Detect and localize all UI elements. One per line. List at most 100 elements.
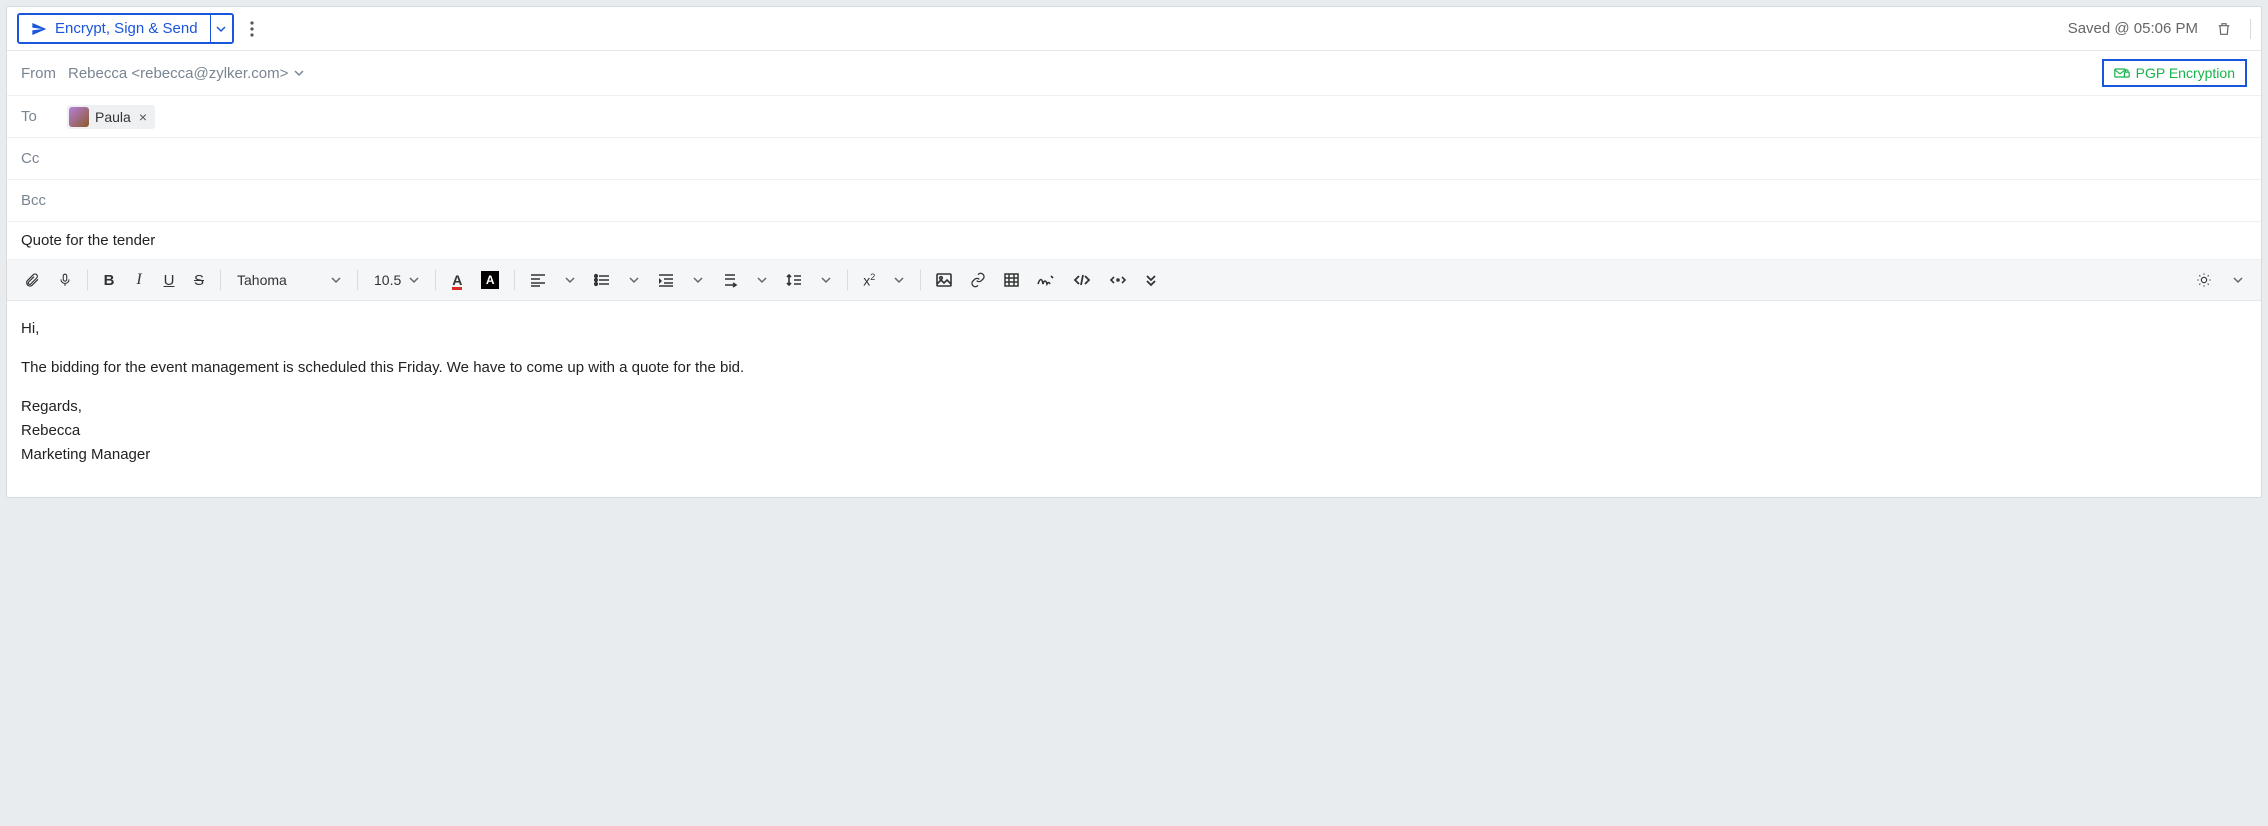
format-toolbar: B I U S Tahoma 10.5 A A (7, 260, 2261, 301)
separator (2250, 19, 2251, 39)
superscript-button[interactable]: x2 (856, 266, 882, 294)
trash-icon (2216, 20, 2232, 38)
send-options-dropdown[interactable] (210, 15, 232, 42)
signature-icon (1037, 273, 1055, 287)
email-body[interactable]: Hi, The bidding for the event management… (7, 301, 2261, 497)
underline-button[interactable]: U (156, 266, 182, 294)
line-height-icon (786, 272, 802, 288)
close-icon: × (139, 109, 147, 125)
highlight-icon: A (481, 271, 499, 289)
bcc-label: Bcc (21, 192, 55, 209)
embed-icon (1109, 273, 1127, 287)
brightness-icon (2196, 272, 2212, 288)
separator (357, 270, 358, 290)
format-bar-right (2189, 266, 2251, 294)
font-family-value: Tahoma (237, 272, 287, 288)
list-dropdown[interactable] (621, 266, 647, 294)
bold-button[interactable]: B (96, 266, 122, 294)
indent-button[interactable] (651, 266, 681, 294)
line-height-dropdown[interactable] (813, 266, 839, 294)
send-button-label: Encrypt, Sign & Send (55, 20, 198, 37)
insert-table-button[interactable] (997, 266, 1026, 294)
to-row[interactable]: To Paula × (7, 96, 2261, 138)
chevron-down-icon (331, 275, 341, 285)
separator (847, 270, 848, 290)
insert-image-button[interactable] (929, 266, 959, 294)
send-button-group: Encrypt, Sign & Send (17, 13, 234, 44)
code-button[interactable] (1066, 266, 1098, 294)
body-signoff: Regards, Rebecca Marketing Manager (21, 395, 2247, 467)
from-left: From Rebecca <rebecca@zylker.com> (21, 65, 304, 82)
chevron-down-icon (629, 275, 639, 285)
chevron-double-down-icon (1145, 273, 1157, 287)
encrypt-sign-send-button[interactable]: Encrypt, Sign & Send (19, 15, 210, 42)
separator (920, 270, 921, 290)
recipient-name: Paula (95, 109, 131, 125)
embed-button[interactable] (1102, 266, 1134, 294)
font-color-icon: A (452, 272, 462, 288)
avatar (69, 107, 89, 127)
link-icon (970, 272, 986, 288)
font-size-select[interactable]: 10.5 (366, 268, 427, 292)
from-value-text: Rebecca <rebecca@zylker.com> (68, 65, 288, 82)
theme-button[interactable] (2189, 266, 2219, 294)
to-label: To (21, 108, 55, 125)
cc-row[interactable]: Cc (7, 138, 2261, 180)
font-size-value: 10.5 (374, 272, 401, 288)
align-button[interactable] (523, 266, 553, 294)
from-row: From Rebecca <rebecca@zylker.com> PGP En… (7, 51, 2261, 96)
pgp-label: PGP Encryption (2136, 65, 2235, 81)
saved-status: Saved @ 05:06 PM (2068, 20, 2198, 37)
more-options-button[interactable] (244, 17, 260, 41)
subject-text: Quote for the tender (21, 232, 155, 249)
superscript-dropdown[interactable] (886, 266, 912, 294)
top-bar-left: Encrypt, Sign & Send (17, 13, 260, 44)
direction-button[interactable] (715, 266, 745, 294)
line-height-button[interactable] (779, 266, 809, 294)
superscript-icon: x2 (863, 272, 875, 289)
separator (435, 270, 436, 290)
signature-button[interactable] (1030, 266, 1062, 294)
pgp-encryption-button[interactable]: PGP Encryption (2102, 59, 2247, 87)
image-icon (936, 273, 952, 287)
font-family-select[interactable]: Tahoma (229, 268, 349, 292)
chevron-down-icon (894, 275, 904, 285)
send-icon (31, 21, 47, 37)
top-bar: Encrypt, Sign & Send Saved @ 05:06 PM (7, 7, 2261, 51)
list-button[interactable] (587, 266, 617, 294)
recipient-chip[interactable]: Paula × (67, 105, 155, 129)
voice-button[interactable] (51, 266, 79, 294)
theme-dropdown[interactable] (2225, 266, 2251, 294)
from-label: From (21, 65, 56, 82)
italic-button[interactable]: I (126, 266, 152, 294)
lock-mail-icon (2114, 66, 2130, 80)
chevron-down-icon (294, 68, 304, 78)
microphone-icon (58, 272, 72, 288)
cc-label: Cc (21, 150, 55, 167)
list-bullet-icon (594, 273, 610, 287)
direction-dropdown[interactable] (749, 266, 775, 294)
subject-row[interactable]: Quote for the tender (7, 222, 2261, 260)
strikethrough-button[interactable]: S (186, 266, 212, 294)
separator (514, 270, 515, 290)
body-paragraph: The bidding for the event management is … (21, 356, 2247, 380)
align-dropdown[interactable] (557, 266, 583, 294)
insert-link-button[interactable] (963, 266, 993, 294)
compose-window: Encrypt, Sign & Send Saved @ 05:06 PM (6, 6, 2262, 498)
indent-icon (658, 273, 674, 287)
paperclip-icon (24, 272, 40, 288)
delete-button[interactable] (2212, 16, 2236, 42)
align-left-icon (530, 273, 546, 287)
font-color-button[interactable]: A (444, 266, 470, 294)
chevron-down-icon (693, 275, 703, 285)
indent-dropdown[interactable] (685, 266, 711, 294)
more-format-button[interactable] (1138, 266, 1164, 294)
highlight-button[interactable]: A (474, 266, 506, 294)
attach-button[interactable] (17, 266, 47, 294)
bcc-row[interactable]: Bcc (7, 180, 2261, 222)
text-direction-icon (722, 272, 738, 288)
chevron-down-icon (565, 275, 575, 285)
from-selector[interactable]: Rebecca <rebecca@zylker.com> (68, 65, 304, 82)
top-bar-right: Saved @ 05:06 PM (2068, 16, 2251, 42)
remove-recipient-button[interactable]: × (137, 109, 149, 125)
